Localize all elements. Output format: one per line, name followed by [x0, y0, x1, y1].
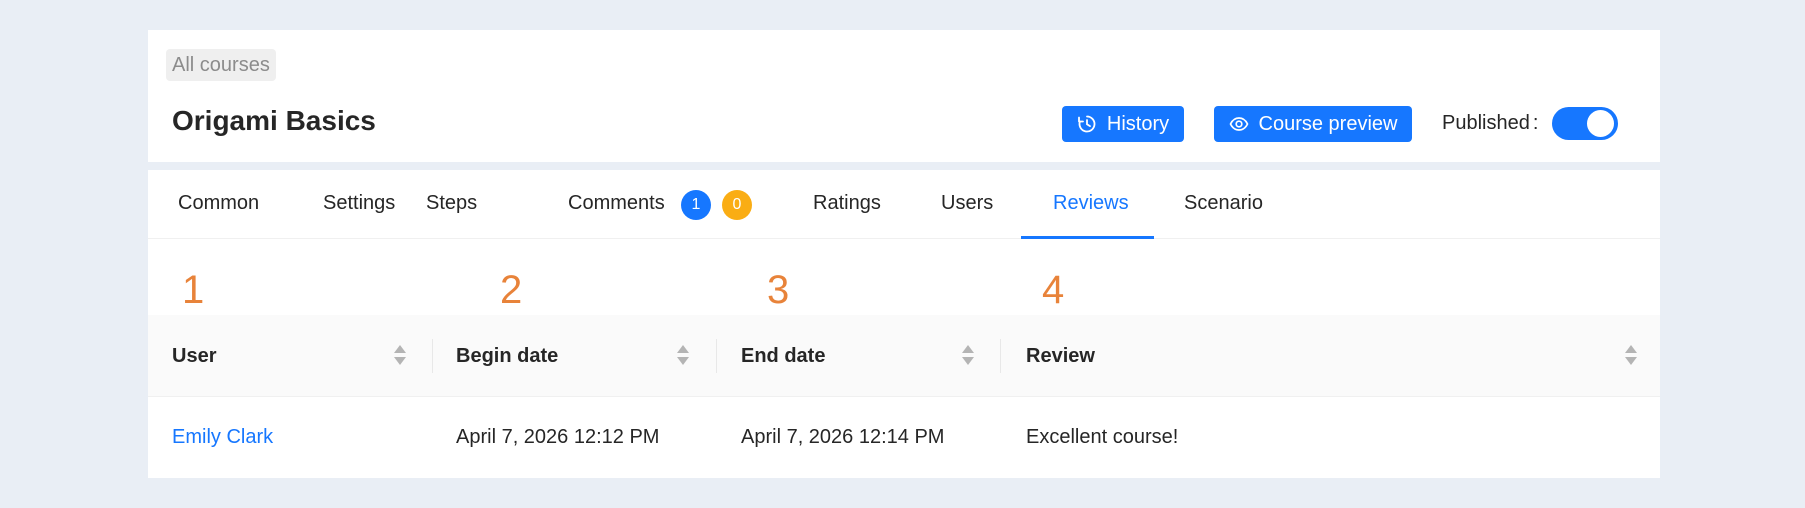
tab-bar: Common Settings Steps Comments 1 0 Ratin… [148, 170, 1660, 239]
column-number-3: 3 [767, 268, 790, 312]
comments-pending-badge: 0 [722, 190, 752, 220]
column-divider [716, 339, 717, 373]
review-cell: Excellent course! [1026, 426, 1179, 448]
content-card: Common Settings Steps Comments 1 0 Ratin… [148, 170, 1660, 478]
history-button[interactable]: History [1062, 106, 1184, 142]
tab-users[interactable]: Users [941, 192, 993, 215]
column-number-4: 4 [1042, 268, 1065, 312]
course-preview-label: Course preview [1258, 112, 1398, 135]
comments-count-badge: 1 [681, 190, 711, 220]
begin-date-cell: April 7, 2026 12:12 PM [456, 426, 660, 448]
history-label: History [1106, 112, 1170, 135]
end-date-cell: April 7, 2026 12:14 PM [741, 426, 945, 448]
sort-icon[interactable] [393, 343, 407, 367]
published-label: Published: [1442, 112, 1539, 134]
column-header-review[interactable]: Review [1026, 315, 1095, 397]
sort-icon[interactable] [1624, 343, 1638, 367]
tab-scenario[interactable]: Scenario [1184, 192, 1263, 215]
column-divider [1000, 339, 1001, 373]
eye-icon [1229, 114, 1249, 134]
column-header-user[interactable]: User [172, 315, 216, 397]
column-number-2: 2 [500, 268, 523, 312]
sort-icon[interactable] [676, 343, 690, 367]
course-preview-button[interactable]: Course preview [1214, 106, 1412, 142]
sort-icon[interactable] [961, 343, 975, 367]
active-tab-indicator [1021, 236, 1154, 239]
column-header-end-date[interactable]: End date [741, 315, 825, 397]
tab-comments[interactable]: Comments [568, 192, 665, 215]
published-toggle[interactable] [1552, 107, 1618, 140]
tab-steps[interactable]: Steps [426, 192, 477, 215]
toggle-knob [1587, 110, 1614, 137]
table-header: User Begin date End date Review [148, 315, 1660, 397]
history-icon [1077, 114, 1097, 134]
column-divider [432, 339, 433, 373]
tab-reviews[interactable]: Reviews [1053, 192, 1129, 215]
course-header: All courses Origami Basics History Cours… [148, 30, 1660, 162]
breadcrumb-all-courses[interactable]: All courses [166, 49, 276, 81]
page-title: Origami Basics [172, 105, 376, 136]
column-number-1: 1 [182, 268, 205, 312]
column-header-begin-date[interactable]: Begin date [456, 315, 558, 397]
user-link[interactable]: Emily Clark [172, 426, 273, 449]
tab-ratings[interactable]: Ratings [813, 192, 881, 215]
tab-common[interactable]: Common [178, 192, 259, 215]
tab-settings[interactable]: Settings [323, 192, 395, 215]
